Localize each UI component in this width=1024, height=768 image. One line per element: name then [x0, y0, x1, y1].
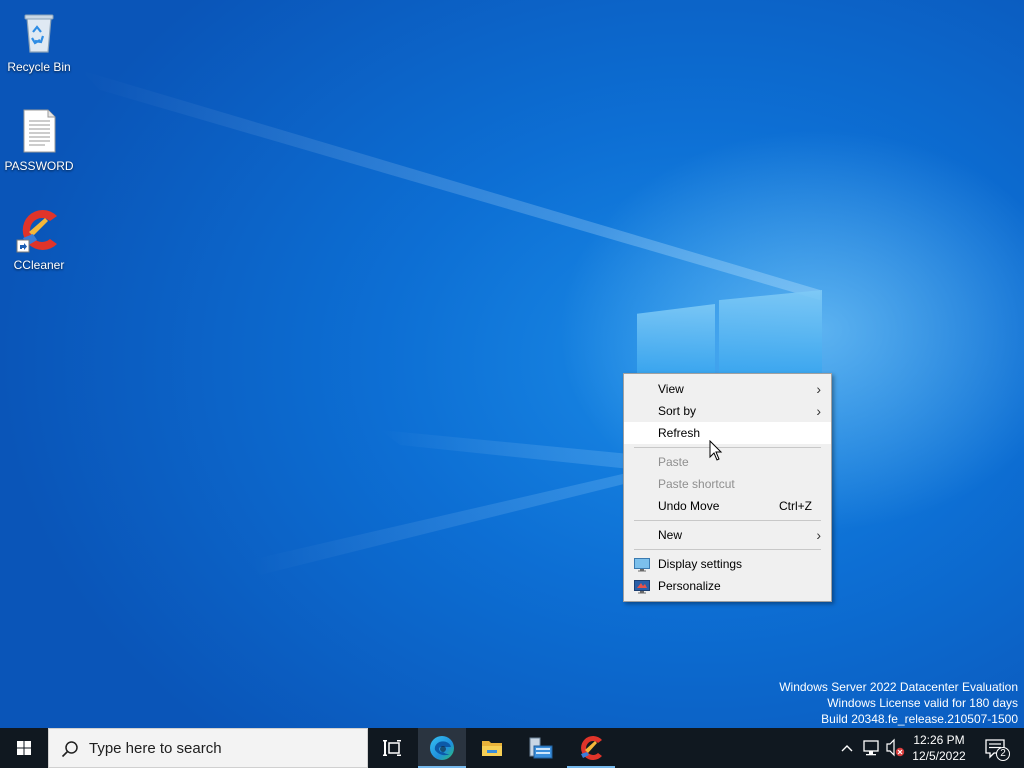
chevron-up-icon [841, 745, 853, 752]
desktop-icon-recycle-bin[interactable]: Recycle Bin [1, 8, 77, 75]
menu-item-label: Undo Move [658, 499, 720, 513]
taskbar: Type here to search 12:26 PM 12/5/2022 2 [0, 728, 1024, 768]
taskbar-app-ccleaner[interactable] [567, 728, 615, 768]
light-beams [80, 70, 820, 575]
start-button[interactable] [0, 728, 48, 768]
notification-icon [985, 739, 1010, 761]
menu-separator [634, 447, 821, 448]
show-hidden-icons-button[interactable] [838, 728, 856, 768]
menu-item-label: Personalize [658, 579, 721, 593]
windows-logo-pane-right [719, 290, 822, 374]
microsoft-edge-icon [430, 736, 454, 760]
menu-item-paste: Paste [624, 451, 831, 473]
desktop-context-menu: View › Sort by › Refresh Paste Paste sho… [623, 373, 832, 602]
task-view-icon [383, 740, 401, 756]
chevron-right-icon: › [816, 527, 821, 543]
menu-item-label: Paste shortcut [658, 477, 735, 491]
search-placeholder: Type here to search [89, 740, 222, 757]
desktop-icon-label: PASSWORD [4, 159, 74, 173]
taskbar-app-edge[interactable] [418, 728, 466, 768]
desktop-wallpaper [0, 0, 1024, 768]
menu-separator [634, 549, 821, 550]
menu-item-personalize[interactable]: Personalize [624, 575, 831, 597]
os-watermark: Windows Server 2022 Datacenter Evaluatio… [779, 679, 1018, 727]
windows-logo-pane-left [637, 304, 715, 374]
menu-item-view[interactable]: View › [624, 378, 831, 400]
taskbar-search-box[interactable]: Type here to search [48, 728, 368, 768]
menu-item-undo-move[interactable]: Undo Move Ctrl+Z [624, 495, 831, 517]
action-center-button[interactable]: 2 [978, 728, 1018, 768]
mouse-cursor-icon [709, 440, 723, 461]
watermark-edition: Windows Server 2022 Datacenter Evaluatio… [779, 680, 1018, 694]
clock-date: 12/5/2022 [912, 749, 966, 763]
menu-item-label: Sort by [658, 404, 697, 418]
volume-button[interactable] [884, 728, 906, 768]
search-icon [61, 741, 78, 758]
desktop-icon-ccleaner[interactable]: CCleaner [1, 206, 77, 273]
desktop-icon-label: Recycle Bin [7, 60, 71, 74]
menu-separator [634, 520, 821, 521]
chevron-right-icon: › [816, 403, 821, 419]
network-status-button[interactable] [860, 728, 882, 768]
ccleaner-icon [15, 206, 63, 254]
recycle-bin-icon [15, 8, 63, 56]
menu-item-label: Paste [658, 455, 689, 469]
menu-item-refresh[interactable]: Refresh [624, 422, 831, 444]
task-view-button[interactable] [368, 728, 416, 768]
menu-item-shortcut: Ctrl+Z [779, 499, 812, 513]
menu-item-label: Display settings [658, 557, 743, 571]
network-icon [863, 740, 879, 756]
file-explorer-icon [482, 741, 502, 756]
taskbar-clock[interactable]: 12:26 PM 12/5/2022 [904, 728, 974, 768]
clock-time: 12:26 PM [913, 733, 965, 747]
desktop-icon-label: CCleaner [13, 258, 65, 272]
desktop-icon-password[interactable]: PASSWORD [1, 107, 77, 174]
chevron-right-icon: › [816, 381, 821, 397]
personalize-icon [634, 579, 650, 594]
menu-item-label: New [658, 528, 683, 542]
menu-item-label: Refresh [658, 426, 701, 440]
windows-logo-icon [17, 741, 31, 755]
watermark-build: Build 20348.fe_release.210507-1500 [821, 712, 1018, 726]
menu-item-paste-shortcut: Paste shortcut [624, 473, 831, 495]
notification-count-badge: 2 [1000, 748, 1006, 759]
taskbar-app-file-explorer[interactable] [468, 728, 516, 768]
menu-item-new[interactable]: New › [624, 524, 831, 546]
watermark-license: Windows License valid for 180 days [827, 696, 1018, 710]
taskbar-app-server-manager[interactable] [517, 728, 565, 768]
ccleaner-icon [581, 736, 602, 760]
volume-muted-icon [886, 738, 905, 757]
menu-item-sort-by[interactable]: Sort by › [624, 400, 831, 422]
text-document-icon [15, 107, 63, 155]
display-icon [634, 557, 650, 572]
menu-item-display-settings[interactable]: Display settings [624, 553, 831, 575]
menu-item-label: View [658, 382, 684, 396]
server-manager-icon [529, 737, 553, 759]
